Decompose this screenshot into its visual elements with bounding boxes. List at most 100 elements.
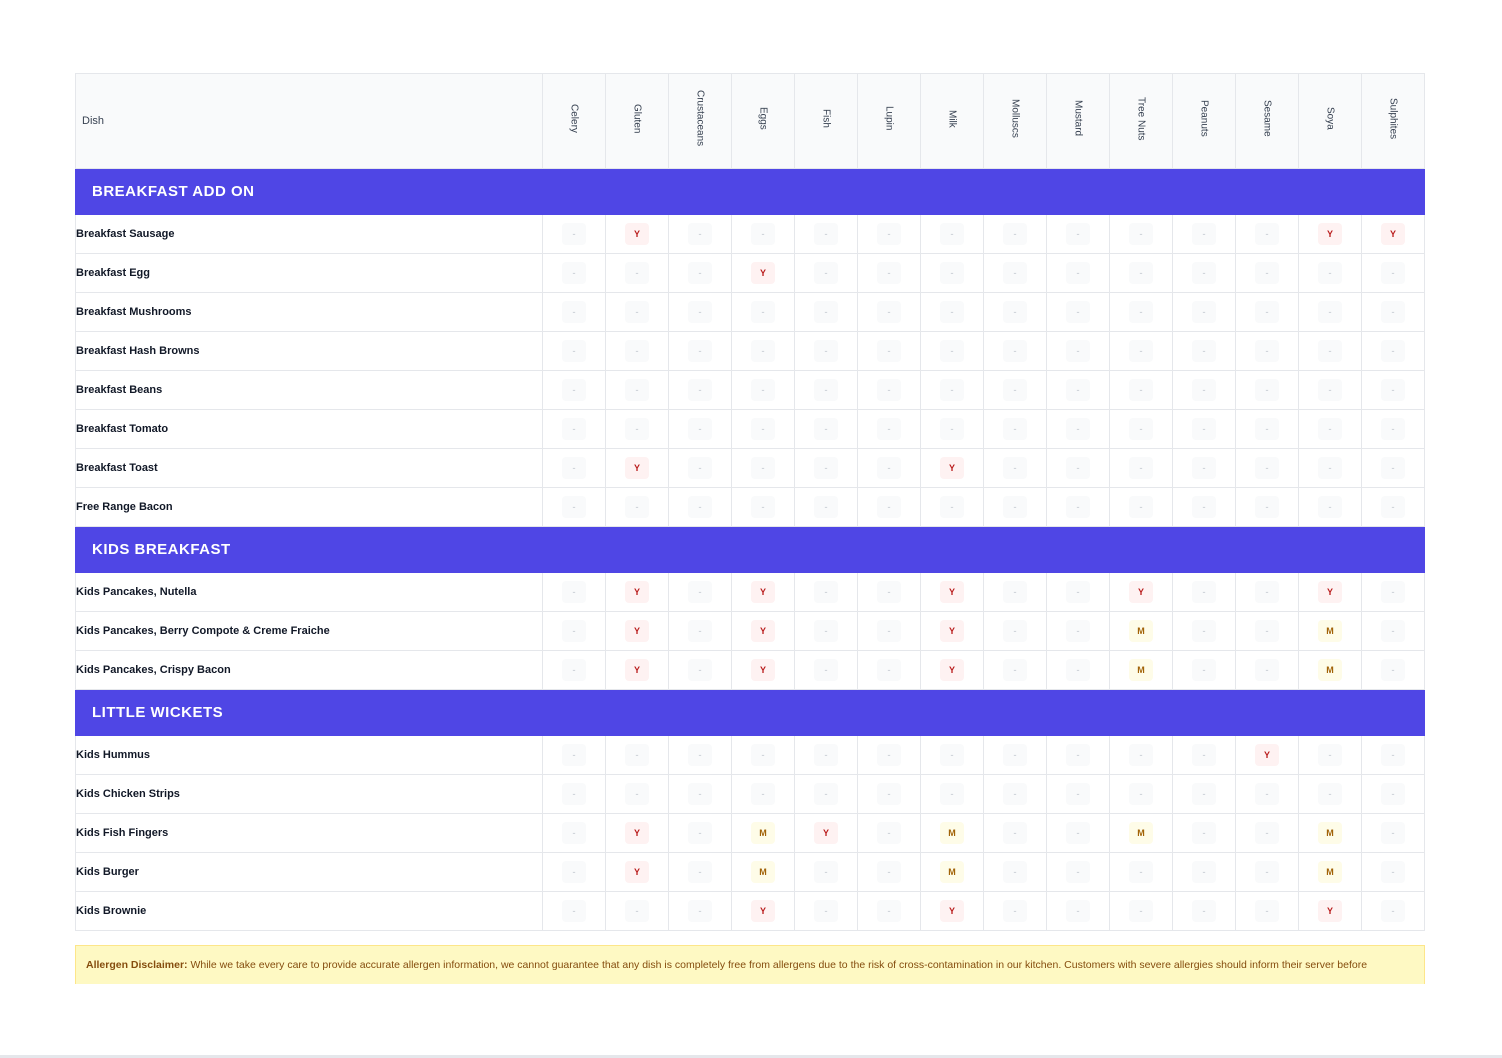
allergen-cell: - xyxy=(983,253,1047,293)
contains-badge: Y xyxy=(1318,900,1342,922)
allergen-cell: M xyxy=(1298,650,1362,690)
none-badge: - xyxy=(940,418,964,440)
allergen-cell: - xyxy=(542,572,606,612)
allergen-cell: - xyxy=(1109,253,1173,293)
none-badge: - xyxy=(688,581,712,603)
table-row: Free Range Bacon - - - - - - - - - - - - - - xyxy=(75,487,1425,527)
dish-name: Breakfast Egg xyxy=(75,253,543,293)
dish-name: Kids Brownie xyxy=(75,891,543,931)
allergen-cell: - xyxy=(1109,448,1173,488)
none-badge: - xyxy=(1318,496,1342,518)
allergen-cell: - xyxy=(983,611,1047,651)
none-badge: - xyxy=(814,223,838,245)
none-badge: - xyxy=(562,744,586,766)
allergen-cell: - xyxy=(1109,487,1173,527)
allergen-cell: - xyxy=(1109,891,1173,931)
table-row: Kids Hummus - - - - - - - - - - - Y - - xyxy=(75,735,1425,775)
allergen-cell: - xyxy=(1046,253,1110,293)
may-contain-badge: M xyxy=(1318,822,1342,844)
allergen-cell: - xyxy=(1235,331,1299,371)
allergen-cell: - xyxy=(1172,487,1236,527)
none-badge: - xyxy=(1381,783,1405,805)
allergen-cell: - xyxy=(1046,650,1110,690)
allergen-cell: - xyxy=(542,292,606,332)
table-row: Kids Burger - Y - M - - M - - - - - M - xyxy=(75,852,1425,892)
allergen-cell: - xyxy=(1109,214,1173,254)
allergen-cell: - xyxy=(1172,611,1236,651)
allergen-cell: - xyxy=(1298,735,1362,775)
allergen-cell: - xyxy=(731,214,795,254)
none-badge: - xyxy=(877,418,901,440)
allergen-column-label: Celery xyxy=(568,104,580,133)
allergen-cell: - xyxy=(1172,409,1236,449)
none-badge: - xyxy=(1255,581,1279,603)
dish-name: Kids Chicken Strips xyxy=(75,774,543,814)
allergen-column-label: Eggs xyxy=(757,107,769,130)
none-badge: - xyxy=(1192,744,1216,766)
none-badge: - xyxy=(1066,900,1090,922)
may-contain-badge: M xyxy=(940,861,964,883)
allergen-cell: - xyxy=(542,487,606,527)
allergen-column-label: Soya xyxy=(1324,107,1336,130)
none-badge: - xyxy=(1192,379,1216,401)
allergen-column-label: Crustaceans xyxy=(694,90,706,147)
allergen-cell: - xyxy=(920,774,984,814)
allergen-cell: - xyxy=(794,572,858,612)
none-badge: - xyxy=(562,262,586,284)
allergen-cell: - xyxy=(794,852,858,892)
allergen-cell: Y xyxy=(1361,214,1425,254)
none-badge: - xyxy=(688,496,712,518)
allergen-cell: - xyxy=(731,409,795,449)
none-badge: - xyxy=(751,457,775,479)
none-badge: - xyxy=(562,900,586,922)
allergen-column-header: Sulphites xyxy=(1361,73,1425,169)
none-badge: - xyxy=(1129,900,1153,922)
allergen-cell: - xyxy=(794,409,858,449)
allergen-cell: - xyxy=(1298,448,1362,488)
allergen-cell: Y xyxy=(731,611,795,651)
allergen-cell: Y xyxy=(605,572,669,612)
contains-badge: Y xyxy=(1318,581,1342,603)
none-badge: - xyxy=(1129,301,1153,323)
none-badge: - xyxy=(814,620,838,642)
allergen-cell: Y xyxy=(605,852,669,892)
none-badge: - xyxy=(1192,496,1216,518)
allergen-cell: - xyxy=(1298,487,1362,527)
none-badge: - xyxy=(1066,659,1090,681)
allergen-cell: - xyxy=(1235,448,1299,488)
none-badge: - xyxy=(1255,223,1279,245)
none-badge: - xyxy=(1003,620,1027,642)
allergen-cell: Y xyxy=(731,253,795,293)
allergen-cell: Y xyxy=(605,448,669,488)
none-badge: - xyxy=(1003,223,1027,245)
allergen-column-label: Molluscs xyxy=(1009,99,1021,138)
may-contain-badge: M xyxy=(1129,659,1153,681)
allergen-cell: Y xyxy=(605,813,669,853)
none-badge: - xyxy=(688,379,712,401)
allergen-cell: - xyxy=(1361,409,1425,449)
none-badge: - xyxy=(1255,379,1279,401)
allergen-cell: - xyxy=(983,735,1047,775)
contains-badge: Y xyxy=(625,822,649,844)
none-badge: - xyxy=(1003,822,1027,844)
allergen-cell: - xyxy=(1298,409,1362,449)
none-badge: - xyxy=(1066,340,1090,362)
none-badge: - xyxy=(562,822,586,844)
allergen-cell: - xyxy=(1361,891,1425,931)
allergen-cell: - xyxy=(1361,774,1425,814)
none-badge: - xyxy=(1129,744,1153,766)
allergen-column-header: Molluscs xyxy=(983,73,1047,169)
contains-badge: Y xyxy=(625,659,649,681)
header-row: Dish Celery Gluten Crustaceans Eggs Fish Lupi… xyxy=(75,73,1425,169)
allergen-cell: - xyxy=(542,891,606,931)
none-badge: - xyxy=(1255,620,1279,642)
allergen-cell: - xyxy=(542,852,606,892)
allergen-column-header: Milk xyxy=(920,73,984,169)
disclaimer-label: Allergen Disclaimer: xyxy=(86,959,188,971)
allergen-cell: - xyxy=(1361,253,1425,293)
allergen-cell: - xyxy=(731,774,795,814)
allergen-cell: - xyxy=(794,735,858,775)
allergen-cell: - xyxy=(1361,331,1425,371)
none-badge: - xyxy=(877,262,901,284)
none-badge: - xyxy=(1381,262,1405,284)
